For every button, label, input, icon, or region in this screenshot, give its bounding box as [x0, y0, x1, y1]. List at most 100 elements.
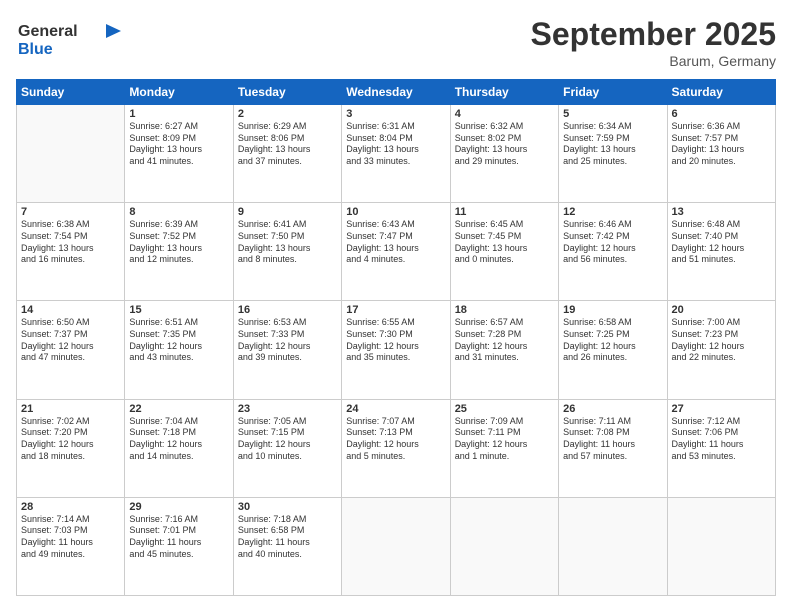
day-info: Sunrise: 6:50 AM Sunset: 7:37 PM Dayligh…	[21, 317, 120, 364]
day-number: 20	[672, 304, 771, 316]
col-header-monday: Monday	[125, 80, 233, 105]
day-cell: 6Sunrise: 6:36 AM Sunset: 7:57 PM Daylig…	[667, 105, 775, 203]
day-number: 30	[238, 501, 337, 513]
day-info: Sunrise: 7:04 AM Sunset: 7:18 PM Dayligh…	[129, 416, 228, 463]
location: Barum, Germany	[531, 53, 776, 69]
day-cell: 20Sunrise: 7:00 AM Sunset: 7:23 PM Dayli…	[667, 301, 775, 399]
day-cell	[450, 497, 558, 595]
header-row: SundayMondayTuesdayWednesdayThursdayFrid…	[17, 80, 776, 105]
day-info: Sunrise: 6:45 AM Sunset: 7:45 PM Dayligh…	[455, 219, 554, 266]
day-info: Sunrise: 7:07 AM Sunset: 7:13 PM Dayligh…	[346, 416, 445, 463]
day-number: 4	[455, 108, 554, 120]
col-header-saturday: Saturday	[667, 80, 775, 105]
day-number: 7	[21, 206, 120, 218]
day-number: 3	[346, 108, 445, 120]
week-row-3: 14Sunrise: 6:50 AM Sunset: 7:37 PM Dayli…	[17, 301, 776, 399]
day-cell: 26Sunrise: 7:11 AM Sunset: 7:08 PM Dayli…	[559, 399, 667, 497]
day-number: 1	[129, 108, 228, 120]
logo: General Blue	[16, 16, 126, 66]
day-cell: 5Sunrise: 6:34 AM Sunset: 7:59 PM Daylig…	[559, 105, 667, 203]
day-number: 26	[563, 403, 662, 415]
day-cell: 23Sunrise: 7:05 AM Sunset: 7:15 PM Dayli…	[233, 399, 341, 497]
day-cell: 27Sunrise: 7:12 AM Sunset: 7:06 PM Dayli…	[667, 399, 775, 497]
day-info: Sunrise: 6:32 AM Sunset: 8:02 PM Dayligh…	[455, 121, 554, 168]
col-header-thursday: Thursday	[450, 80, 558, 105]
day-cell: 28Sunrise: 7:14 AM Sunset: 7:03 PM Dayli…	[17, 497, 125, 595]
day-number: 18	[455, 304, 554, 316]
day-cell: 17Sunrise: 6:55 AM Sunset: 7:30 PM Dayli…	[342, 301, 450, 399]
day-info: Sunrise: 6:27 AM Sunset: 8:09 PM Dayligh…	[129, 121, 228, 168]
logo-text: General Blue	[16, 16, 126, 66]
svg-text:General: General	[18, 23, 78, 40]
day-cell	[559, 497, 667, 595]
title-block: September 2025 Barum, Germany	[531, 16, 776, 69]
day-info: Sunrise: 6:29 AM Sunset: 8:06 PM Dayligh…	[238, 121, 337, 168]
day-info: Sunrise: 6:51 AM Sunset: 7:35 PM Dayligh…	[129, 317, 228, 364]
day-info: Sunrise: 6:31 AM Sunset: 8:04 PM Dayligh…	[346, 121, 445, 168]
day-cell: 30Sunrise: 7:18 AM Sunset: 6:58 PM Dayli…	[233, 497, 341, 595]
day-cell: 12Sunrise: 6:46 AM Sunset: 7:42 PM Dayli…	[559, 203, 667, 301]
day-cell	[17, 105, 125, 203]
day-cell: 14Sunrise: 6:50 AM Sunset: 7:37 PM Dayli…	[17, 301, 125, 399]
day-cell: 18Sunrise: 6:57 AM Sunset: 7:28 PM Dayli…	[450, 301, 558, 399]
day-info: Sunrise: 7:02 AM Sunset: 7:20 PM Dayligh…	[21, 416, 120, 463]
day-number: 13	[672, 206, 771, 218]
day-cell: 21Sunrise: 7:02 AM Sunset: 7:20 PM Dayli…	[17, 399, 125, 497]
header: General Blue September 2025 Barum, Germa…	[16, 16, 776, 69]
col-header-wednesday: Wednesday	[342, 80, 450, 105]
day-cell: 11Sunrise: 6:45 AM Sunset: 7:45 PM Dayli…	[450, 203, 558, 301]
day-info: Sunrise: 6:41 AM Sunset: 7:50 PM Dayligh…	[238, 219, 337, 266]
day-cell: 15Sunrise: 6:51 AM Sunset: 7:35 PM Dayli…	[125, 301, 233, 399]
day-cell: 4Sunrise: 6:32 AM Sunset: 8:02 PM Daylig…	[450, 105, 558, 203]
day-info: Sunrise: 6:34 AM Sunset: 7:59 PM Dayligh…	[563, 121, 662, 168]
day-info: Sunrise: 6:39 AM Sunset: 7:52 PM Dayligh…	[129, 219, 228, 266]
day-cell	[342, 497, 450, 595]
week-row-1: 1Sunrise: 6:27 AM Sunset: 8:09 PM Daylig…	[17, 105, 776, 203]
day-info: Sunrise: 7:16 AM Sunset: 7:01 PM Dayligh…	[129, 514, 228, 561]
day-cell: 16Sunrise: 6:53 AM Sunset: 7:33 PM Dayli…	[233, 301, 341, 399]
day-number: 2	[238, 108, 337, 120]
week-row-5: 28Sunrise: 7:14 AM Sunset: 7:03 PM Dayli…	[17, 497, 776, 595]
month-title: September 2025	[531, 16, 776, 53]
day-info: Sunrise: 6:55 AM Sunset: 7:30 PM Dayligh…	[346, 317, 445, 364]
week-row-4: 21Sunrise: 7:02 AM Sunset: 7:20 PM Dayli…	[17, 399, 776, 497]
day-number: 25	[455, 403, 554, 415]
col-header-sunday: Sunday	[17, 80, 125, 105]
day-number: 9	[238, 206, 337, 218]
day-cell: 25Sunrise: 7:09 AM Sunset: 7:11 PM Dayli…	[450, 399, 558, 497]
day-info: Sunrise: 6:46 AM Sunset: 7:42 PM Dayligh…	[563, 219, 662, 266]
svg-text:Blue: Blue	[18, 41, 53, 58]
day-cell: 13Sunrise: 6:48 AM Sunset: 7:40 PM Dayli…	[667, 203, 775, 301]
day-cell: 19Sunrise: 6:58 AM Sunset: 7:25 PM Dayli…	[559, 301, 667, 399]
day-info: Sunrise: 6:36 AM Sunset: 7:57 PM Dayligh…	[672, 121, 771, 168]
calendar-table: SundayMondayTuesdayWednesdayThursdayFrid…	[16, 79, 776, 596]
day-number: 5	[563, 108, 662, 120]
day-cell: 8Sunrise: 6:39 AM Sunset: 7:52 PM Daylig…	[125, 203, 233, 301]
day-info: Sunrise: 7:00 AM Sunset: 7:23 PM Dayligh…	[672, 317, 771, 364]
day-number: 11	[455, 206, 554, 218]
day-info: Sunrise: 6:57 AM Sunset: 7:28 PM Dayligh…	[455, 317, 554, 364]
day-cell: 1Sunrise: 6:27 AM Sunset: 8:09 PM Daylig…	[125, 105, 233, 203]
day-cell: 10Sunrise: 6:43 AM Sunset: 7:47 PM Dayli…	[342, 203, 450, 301]
day-number: 14	[21, 304, 120, 316]
day-cell: 7Sunrise: 6:38 AM Sunset: 7:54 PM Daylig…	[17, 203, 125, 301]
col-header-tuesday: Tuesday	[233, 80, 341, 105]
day-cell: 3Sunrise: 6:31 AM Sunset: 8:04 PM Daylig…	[342, 105, 450, 203]
day-number: 28	[21, 501, 120, 513]
day-number: 15	[129, 304, 228, 316]
day-cell	[667, 497, 775, 595]
day-number: 12	[563, 206, 662, 218]
day-number: 27	[672, 403, 771, 415]
day-info: Sunrise: 6:53 AM Sunset: 7:33 PM Dayligh…	[238, 317, 337, 364]
day-cell: 29Sunrise: 7:16 AM Sunset: 7:01 PM Dayli…	[125, 497, 233, 595]
day-cell: 2Sunrise: 6:29 AM Sunset: 8:06 PM Daylig…	[233, 105, 341, 203]
day-number: 24	[346, 403, 445, 415]
day-number: 17	[346, 304, 445, 316]
day-cell: 22Sunrise: 7:04 AM Sunset: 7:18 PM Dayli…	[125, 399, 233, 497]
day-number: 8	[129, 206, 228, 218]
day-number: 6	[672, 108, 771, 120]
day-number: 23	[238, 403, 337, 415]
day-cell: 9Sunrise: 6:41 AM Sunset: 7:50 PM Daylig…	[233, 203, 341, 301]
day-number: 16	[238, 304, 337, 316]
page: General Blue September 2025 Barum, Germa…	[0, 0, 792, 612]
